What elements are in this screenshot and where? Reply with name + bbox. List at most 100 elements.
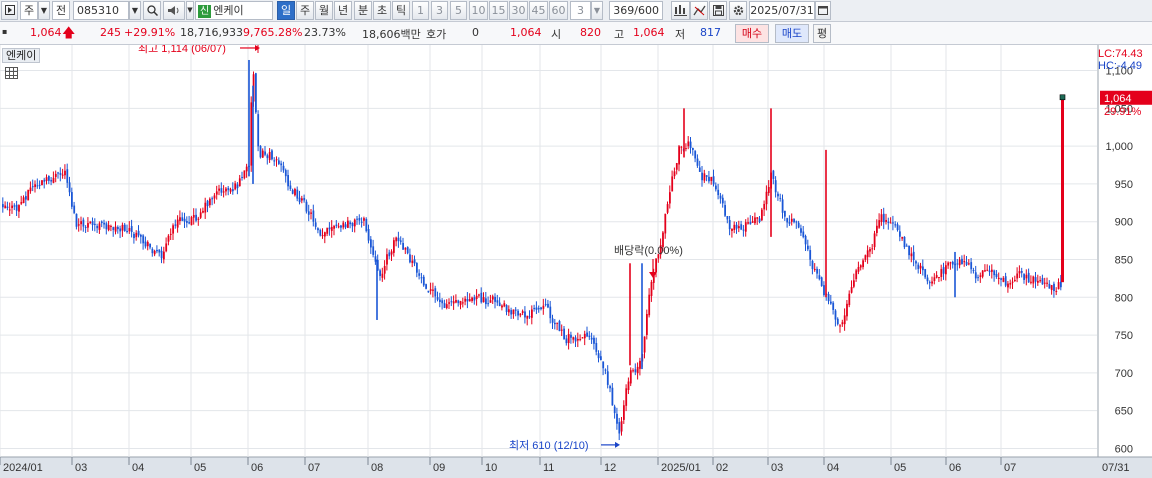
x-tick-label: 04 [132, 462, 144, 474]
candle-body [18, 205, 20, 212]
price-chart[interactable]: 1,1001,0501,0009509008508007507006506002… [0, 45, 1152, 478]
stock-name-field[interactable]: 신 엔케이 [195, 1, 273, 20]
speaker-icon[interactable] [163, 1, 185, 20]
buy-button[interactable]: 매수 [735, 24, 769, 43]
quote-label: 호가 [426, 28, 447, 41]
gear-icon[interactable] [729, 1, 747, 20]
interval-button-30[interactable]: 30 [509, 1, 528, 20]
interval-button-60[interactable]: 60 [549, 1, 568, 20]
candle-body [864, 255, 867, 260]
candle-body [372, 246, 375, 255]
chart-panel[interactable]: 1,100 1,050 1,000 950 900 850 800 750 700 650 600 2… [0, 45, 1152, 478]
speaker-dropdown-icon[interactable]: ▼ [186, 1, 194, 20]
period-tab-week[interactable]: 주 [296, 1, 314, 20]
interval-custom-dropdown-icon[interactable]: ▼ [591, 1, 603, 20]
candle-body [114, 226, 117, 232]
candle-body [473, 297, 476, 301]
date-input[interactable]: 2025/07/31 [749, 1, 815, 20]
candle-body [305, 201, 308, 212]
candle-body [1048, 283, 1051, 289]
period-tab-tick[interactable]: 틱 [392, 1, 410, 20]
candle-body [646, 314, 648, 335]
candle-body [351, 223, 354, 227]
candle-body [588, 335, 591, 338]
candle-body [885, 219, 887, 222]
candle-body [972, 270, 975, 272]
period-tab-year[interactable]: 년 [334, 1, 352, 20]
candle-body [443, 303, 446, 308]
candle-body [740, 224, 743, 230]
candle-body [406, 246, 409, 254]
market-type-dropdown-icon[interactable]: ▼ [38, 1, 50, 20]
candle-body [190, 217, 193, 226]
x-tick-label: 07 [1004, 462, 1016, 474]
candle-body [218, 188, 220, 191]
panel-toggle-icon[interactable] [1, 1, 18, 20]
candle-body [330, 226, 333, 231]
candle-body [307, 211, 310, 215]
interval-button-1[interactable]: 1 [412, 1, 429, 20]
candle-body [827, 294, 830, 302]
market-prefix-label[interactable]: 전 [52, 1, 70, 20]
chart-settings-icon[interactable] [671, 1, 690, 20]
candle-body [261, 150, 264, 158]
x-tick-label: 2024/01 [3, 462, 43, 474]
grid-toggle-icon[interactable] [5, 67, 18, 79]
sell-button[interactable]: 매도 [775, 24, 809, 43]
candle-body [655, 258, 657, 273]
candle-body [862, 260, 864, 268]
candle-body [57, 172, 59, 174]
info-collapse-icon[interactable]: ▪ [2, 27, 7, 36]
interval-custom-input[interactable]: 3 [570, 1, 591, 20]
candle-body [751, 221, 754, 223]
search-icon[interactable] [143, 1, 161, 20]
evaluate-button[interactable]: 평 [813, 24, 831, 43]
interval-button-3[interactable]: 3 [431, 1, 448, 20]
interval-button-45[interactable]: 45 [529, 1, 548, 20]
interval-button-5[interactable]: 5 [450, 1, 467, 20]
candle-body [1039, 280, 1042, 282]
candle-body [1023, 274, 1025, 280]
save-icon[interactable] [709, 1, 727, 20]
period-tab-day[interactable]: 일 [277, 1, 295, 20]
x-tick-label: 12 [604, 462, 616, 474]
candle-body [43, 179, 46, 182]
candle-body [733, 224, 736, 231]
period-tab-second[interactable]: 초 [373, 1, 391, 20]
stock-code-input[interactable]: 085310 [73, 1, 129, 20]
data-count-input[interactable]: 369/600 [609, 1, 663, 20]
x-tick-label: 04 [827, 462, 839, 474]
interval-button-15[interactable]: 15 [489, 1, 508, 20]
candle-body [328, 227, 331, 230]
candle-body [719, 195, 722, 199]
market-type-select[interactable]: 주 [20, 1, 38, 20]
last-candle-body [1061, 97, 1064, 283]
candle-body [466, 298, 469, 302]
candle-body [202, 210, 204, 213]
candle-body [797, 222, 800, 228]
x-tick-label: 05 [194, 462, 206, 474]
period-tab-month[interactable]: 월 [315, 1, 333, 20]
candle-body [340, 225, 342, 228]
candle-body [549, 306, 552, 319]
candle-body [156, 249, 158, 252]
period-tab-minute[interactable]: 분 [354, 1, 372, 20]
x-axis-panel [0, 457, 1152, 478]
candle-body [278, 160, 280, 164]
candle-body [901, 236, 904, 239]
interval-button-10[interactable]: 10 [469, 1, 488, 20]
candle-body [876, 225, 878, 233]
candle-body [533, 307, 536, 310]
calendar-icon[interactable] [815, 1, 831, 20]
candle-body [784, 210, 786, 217]
draw-tool-icon[interactable] [690, 1, 708, 20]
x-tick-label: 05 [894, 462, 906, 474]
candle-body [52, 177, 55, 183]
stock-code-dropdown-icon[interactable]: ▼ [129, 1, 141, 20]
candle-body [995, 273, 998, 278]
candle-body [710, 176, 713, 181]
candle-body [245, 166, 248, 172]
candle-body [84, 226, 87, 228]
candle-body [296, 189, 299, 199]
candle-body [521, 311, 524, 313]
